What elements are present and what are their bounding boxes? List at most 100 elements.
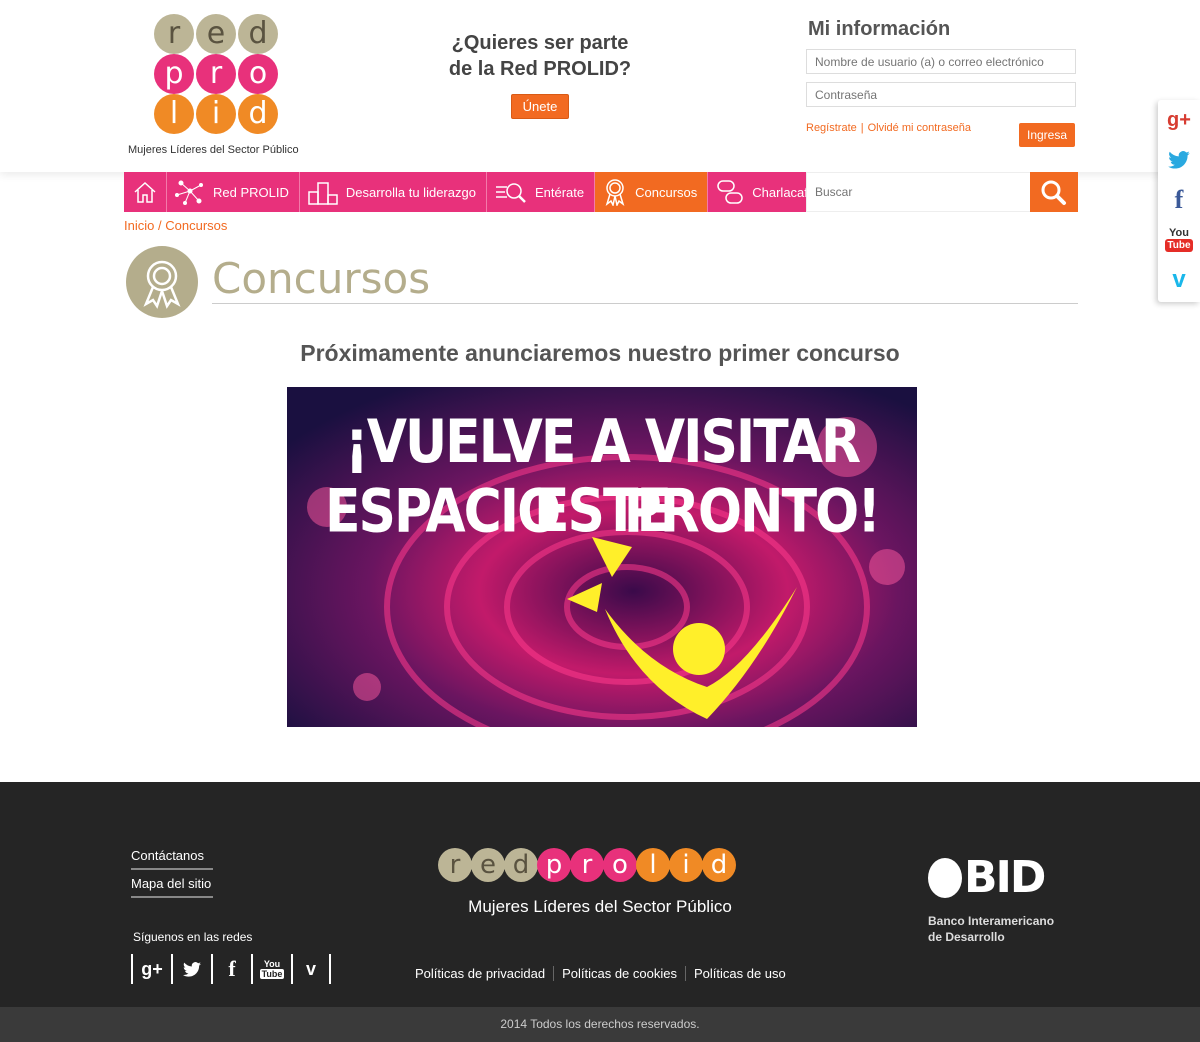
logo-letter: l [154, 94, 194, 134]
bid-name-line2: de Desarrollo [928, 930, 1005, 944]
footer-vimeo-icon[interactable]: v [291, 954, 331, 984]
logo-letter: e [196, 14, 236, 54]
logo-letter: d [702, 848, 736, 882]
footer-google-plus-icon[interactable]: g+ [131, 954, 171, 984]
footer-twitter-icon[interactable] [171, 954, 211, 984]
youtube-bottom: Tube [1165, 239, 1193, 252]
award-badge-icon [126, 246, 198, 318]
youtube-wordmark: You Tube [1165, 227, 1193, 252]
footer-youtube-icon[interactable]: You Tube [251, 954, 291, 984]
cta-title-line2: de la Red PROLID? [448, 58, 632, 80]
logo-letter: i [196, 94, 236, 134]
search-input[interactable] [806, 172, 1030, 212]
page-subtitle: Próximamente anunciaremos nuestro primer… [300, 340, 900, 366]
youtube-top: You [1169, 227, 1189, 239]
banner-headline-line2: ESPACIO PRONTO! [325, 477, 881, 547]
logo-letter: i [669, 848, 703, 882]
logo-row-lid: l i d [154, 94, 278, 134]
footer-links: Contáctanos Mapa del sitio [131, 848, 213, 904]
nav-item-desarrolla[interactable]: Desarrolla tu liderazgo [299, 172, 487, 212]
twitter-bird-glyph [1168, 151, 1190, 169]
link-separator: | [860, 122, 864, 134]
chat-icon [717, 180, 743, 204]
facebook-icon[interactable]: f [1158, 180, 1200, 220]
copyright: 2014 Todos los derechos reservados. [0, 1007, 1200, 1042]
username-input[interactable] [806, 49, 1076, 74]
privacy-policy-link[interactable]: Políticas de privacidad [415, 966, 555, 981]
logo-letter: o [603, 848, 637, 882]
logo-letter: r [196, 54, 236, 94]
follow-label: Síguenos en las redes [133, 930, 253, 944]
red-prolid-logo[interactable]: r e d p r o l i d Mujeres Líderes del Se… [124, 12, 309, 162]
nav-item-enterate[interactable]: Entérate [486, 172, 596, 212]
coming-soon-banner: ¡VUELVE A VISITAR ESTE ESPACIO PRONTO! [287, 387, 917, 727]
youtube-bottom: Tube [259, 969, 285, 979]
logo-letter-grid: r e d p r o l i d [154, 14, 278, 134]
main-nav: Red PROLID Desarrolla tu liderazgo Entér… [124, 172, 827, 212]
logo-letter: p [537, 848, 571, 882]
breadcrumb-current: Concursos [165, 218, 228, 233]
award-icon [605, 179, 625, 206]
logo-letter: o [238, 54, 278, 94]
podium-icon [308, 182, 338, 205]
logo-letter: d [238, 94, 278, 134]
password-input[interactable] [806, 82, 1076, 107]
logo-letter: r [570, 848, 604, 882]
vimeo-icon[interactable]: v [1158, 260, 1200, 300]
globe-icon [928, 857, 962, 898]
nav-label: Red PROLID [213, 184, 289, 200]
footer-logo: r e d p r o l i d [438, 848, 736, 882]
ribbon-glyph [143, 260, 181, 309]
page: r e d p r o l i d Mujeres Líderes del Se… [0, 0, 1200, 1042]
search-button[interactable] [1030, 172, 1078, 212]
search-bar [806, 172, 1078, 212]
logo-letter: l [636, 848, 670, 882]
logo-tagline: Mujeres Líderes del Sector Público [128, 144, 299, 156]
login-panel: Mi información Regístrate| Olvidé mi cont… [806, 18, 1078, 147]
register-link[interactable]: Regístrate [806, 122, 857, 134]
news-search-icon [495, 183, 526, 203]
policy-links: Políticas de privacidad Políticas de coo… [415, 966, 794, 981]
footer-social: g+ f You Tube v [131, 954, 331, 984]
logo-row-red: r e d [154, 14, 278, 54]
nav-item-concursos[interactable]: Concursos [595, 172, 709, 212]
title-divider [212, 303, 1078, 304]
social-sidebar: g+ f You Tube v [1158, 100, 1200, 302]
login-title: Mi información [808, 18, 951, 40]
google-plus-icon[interactable]: g+ [1158, 100, 1200, 140]
logo-row-pro: p r o [154, 54, 278, 94]
logo-letter: e [471, 848, 505, 882]
footer-link-sitemap[interactable]: Mapa del sitio [131, 876, 213, 898]
breadcrumb-home[interactable]: Inicio [124, 218, 154, 233]
nav-label: Concursos [635, 184, 698, 200]
page-title: Concursos [212, 254, 431, 303]
youtube-top: You [263, 959, 281, 969]
logo-letter: d [238, 14, 278, 54]
logo-letter: r [154, 14, 194, 54]
breadcrumb: Inicio / Concursos [124, 218, 227, 233]
footer-link-contact[interactable]: Contáctanos [131, 848, 213, 870]
bid-logo-mark: BID [928, 852, 1054, 903]
nav-label: Desarrolla tu liderazgo [345, 184, 476, 200]
login-links: Regístrate | Olvidé mi contraseña [806, 122, 971, 134]
twitter-icon[interactable] [1158, 140, 1200, 180]
youtube-icon[interactable]: You Tube [1158, 220, 1200, 260]
join-button[interactable]: Únete [510, 94, 570, 119]
forgot-password-link[interactable]: Olvidé mi contraseña [868, 122, 971, 134]
terms-of-use-link[interactable]: Políticas de uso [686, 966, 794, 981]
twitter-bird-glyph [183, 961, 201, 977]
join-cta: ¿Quieres ser parte de la Red PROLID? Úne… [440, 30, 640, 119]
site-header: r e d p r o l i d Mujeres Líderes del Se… [0, 0, 1200, 172]
site-footer: Contáctanos Mapa del sitio Síguenos en l… [0, 782, 1200, 1007]
login-submit-button[interactable]: Ingresa [1019, 123, 1076, 147]
nav-label: Entérate [534, 184, 585, 200]
bid-logo[interactable]: BID Banco Interamericano de Desarrollo [928, 852, 1054, 945]
bid-name-line1: Banco Interamericano [928, 914, 1055, 928]
logo-letter: p [154, 54, 194, 94]
bid-wordmark: BID [964, 852, 1046, 903]
nav-item-home[interactable] [124, 172, 167, 212]
nav-item-red-prolid[interactable]: Red PROLID [167, 172, 300, 212]
footer-facebook-icon[interactable]: f [211, 954, 251, 984]
cookies-policy-link[interactable]: Políticas de cookies [554, 966, 686, 981]
cta-title-line1: ¿Quieres ser parte [451, 32, 629, 54]
